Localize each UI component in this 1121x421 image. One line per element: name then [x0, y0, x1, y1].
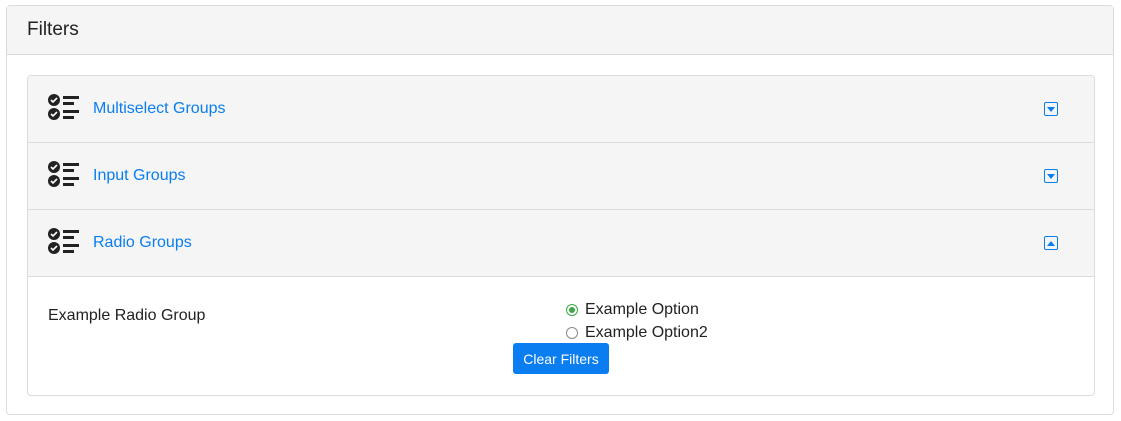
accordion-label: Radio Groups	[93, 234, 192, 251]
checklist-icon	[48, 228, 80, 261]
radio-unchecked[interactable]	[566, 327, 578, 339]
radio-groups-panel: Example Radio Group Example Option Examp…	[28, 277, 1094, 395]
accordion-input-groups[interactable]: Input Groups	[28, 143, 1094, 210]
accordion-radio-groups[interactable]: Radio Groups	[28, 210, 1094, 277]
radio-option-1[interactable]: Example Option	[566, 301, 699, 319]
checklist-icon	[48, 94, 80, 127]
accordion-label: Input Groups	[93, 167, 186, 184]
radio-group-label: Example Radio Group	[48, 307, 206, 324]
accordion-multiselect-groups[interactable]: Multiselect Groups	[28, 76, 1094, 143]
chevron-up-icon[interactable]	[1044, 236, 1058, 250]
radio-checked[interactable]	[566, 304, 578, 316]
radio-option-2[interactable]: Example Option2	[566, 324, 708, 342]
radio-option-label: Example Option	[585, 301, 699, 318]
card-title: Filters	[7, 6, 1113, 55]
chevron-down-icon[interactable]	[1044, 102, 1058, 116]
accordion-label: Multiselect Groups	[93, 100, 226, 117]
filters-accordion: Multiselect Groups Input Groups Radio Gr…	[27, 75, 1095, 396]
radio-option-label: Example Option2	[585, 324, 708, 341]
checklist-icon	[48, 161, 80, 194]
clear-filters-button[interactable]: Clear Filters	[513, 343, 609, 374]
chevron-down-icon[interactable]	[1044, 169, 1058, 183]
